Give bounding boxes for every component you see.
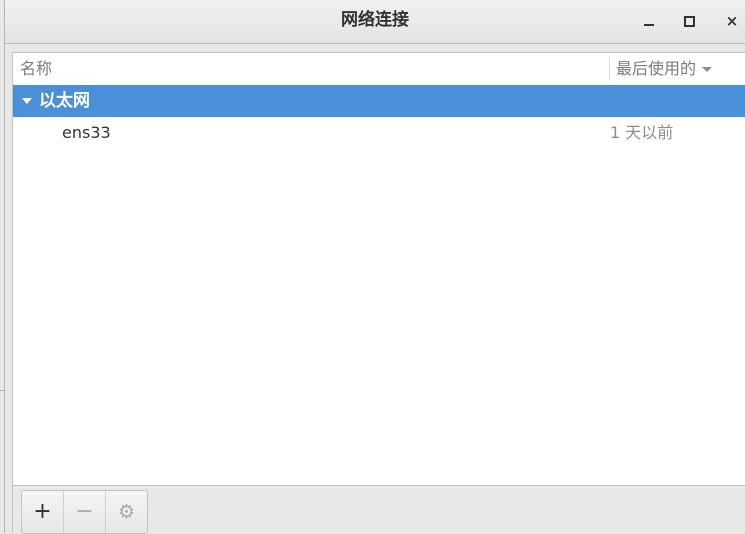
- gear-icon: ⚙: [117, 501, 136, 523]
- connection-last-used: 1 天以前: [610, 123, 674, 142]
- column-header-last-used-label: 最后使用的: [616, 59, 697, 78]
- window-title: 网络连接: [341, 10, 409, 30]
- list-header: 名称 最后使用的: [13, 53, 745, 86]
- minimize-icon: [644, 24, 654, 26]
- bottom-toolbar: + − ⚙: [12, 486, 745, 534]
- connection-settings-button[interactable]: ⚙: [106, 491, 147, 533]
- connection-row-ens33[interactable]: ens33 1 天以前: [13, 117, 745, 149]
- maximize-button[interactable]: [678, 10, 700, 32]
- group-label: 以太网: [39, 91, 90, 111]
- group-row-ethernet[interactable]: 以太网: [13, 85, 745, 117]
- column-header-last-used[interactable]: 最后使用的: [616, 53, 713, 85]
- toolbar-button-group: + − ⚙: [21, 490, 148, 534]
- minus-icon: −: [75, 499, 94, 524]
- plus-icon: +: [33, 499, 52, 524]
- sort-descending-icon: [702, 67, 713, 72]
- column-header-name[interactable]: 名称: [20, 53, 52, 85]
- add-connection-button[interactable]: +: [22, 491, 64, 533]
- remove-connection-button[interactable]: −: [64, 491, 106, 533]
- chevron-down-icon[interactable]: [22, 98, 32, 104]
- column-separator[interactable]: [609, 57, 610, 81]
- title-bar[interactable]: 网络连接 ×: [5, 0, 745, 44]
- minimize-button[interactable]: [638, 10, 660, 32]
- network-connections-window: 网络连接 × 名称 最后使用的 以太网 ens33 1 天以前 + − ⚙: [4, 0, 745, 534]
- connections-list[interactable]: 名称 最后使用的 以太网 ens33 1 天以前: [12, 52, 745, 486]
- close-icon: ×: [725, 12, 739, 30]
- connection-name: ens33: [62, 123, 111, 142]
- maximize-icon: [684, 16, 695, 27]
- close-button[interactable]: ×: [721, 10, 743, 32]
